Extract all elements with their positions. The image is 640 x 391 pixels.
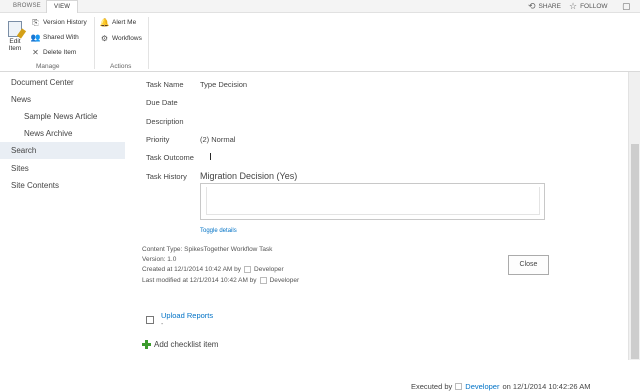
edit-item-icon bbox=[8, 21, 22, 37]
ribbon-divider bbox=[148, 17, 149, 69]
share-label: SHARE bbox=[538, 3, 561, 10]
delete-item-label: Delete Item bbox=[43, 49, 77, 56]
shared-with-icon: 👥 bbox=[30, 33, 41, 42]
nav-item-news[interactable]: News bbox=[11, 95, 31, 104]
scrollbar-thumb[interactable] bbox=[631, 144, 639, 359]
nav-item-site-contents[interactable]: Site Contents bbox=[11, 181, 59, 190]
follow-label: FOLLOW bbox=[580, 3, 608, 10]
edit-item-button[interactable]: Edit Item bbox=[6, 21, 24, 52]
share-button[interactable]: ⟲ SHARE bbox=[528, 1, 561, 12]
tab-view[interactable]: VIEW bbox=[46, 0, 79, 14]
ribbon-divider bbox=[94, 17, 95, 69]
edit-item-label-1: Edit bbox=[9, 38, 21, 45]
created-text: Created at 12/1/2014 10:42 AM by bbox=[142, 266, 242, 273]
version-history-icon: ⎘ bbox=[32, 17, 39, 27]
workflows-icon: ⚙ bbox=[100, 34, 109, 43]
scrollbar[interactable] bbox=[628, 72, 640, 360]
history-box: Executed by Developer on 12/1/2014 10:42… bbox=[200, 183, 590, 391]
focus-icon: ▢ bbox=[622, 1, 631, 11]
executed-on: on 12/1/2014 10:42:26 AM bbox=[502, 382, 591, 391]
shared-with-label: Shared With bbox=[43, 34, 79, 41]
version: Version: 1.0 bbox=[142, 256, 177, 263]
workflows-button[interactable]: ⚙ Workflows bbox=[100, 34, 142, 43]
star-icon: ☆ bbox=[569, 1, 578, 11]
history-title: Migration Decision (Yes) bbox=[200, 171, 298, 181]
alert-me-button[interactable]: 🔔 Alert Me bbox=[99, 18, 137, 27]
task-name-value: Type Decision bbox=[200, 80, 248, 89]
task-history-label: Task History bbox=[146, 172, 187, 181]
modified-by: Developer bbox=[269, 277, 300, 284]
edit-item-label-2: Item bbox=[8, 45, 22, 52]
add-checklist-label: Add checklist item bbox=[154, 340, 219, 349]
executed-by-user-link[interactable]: Developer bbox=[465, 382, 499, 391]
share-icon: ⟲ bbox=[528, 1, 536, 11]
delete-icon: ✕ bbox=[32, 48, 39, 57]
presence-icon bbox=[455, 383, 463, 390]
follow-button[interactable]: ☆ FOLLOW bbox=[569, 1, 608, 12]
group-label-manage: Manage bbox=[36, 63, 60, 70]
due-date-label: Due Date bbox=[146, 98, 178, 107]
checklist-item-link[interactable]: Upload Reports bbox=[161, 311, 213, 320]
task-name-label: Task Name bbox=[146, 80, 184, 89]
group-label-actions: Actions bbox=[110, 63, 132, 70]
executed-by-line: Executed by Developer on 12/1/2014 10:42… bbox=[411, 382, 590, 391]
close-button[interactable]: Close bbox=[508, 255, 549, 275]
created-by: Developer bbox=[254, 266, 284, 273]
nav-item-document-center[interactable]: Document Center bbox=[11, 78, 74, 87]
checklist-checkbox[interactable] bbox=[146, 316, 154, 324]
delete-item-button[interactable]: ✕ Delete Item bbox=[31, 48, 76, 57]
priority-label: Priority bbox=[146, 135, 170, 144]
content-type: Content Type: SpikesTogether Workflow Ta… bbox=[142, 246, 273, 253]
priority-value: (2) Normal bbox=[200, 135, 236, 144]
nav-item-sites[interactable]: Sites bbox=[11, 164, 29, 173]
alert-me-label: Alert Me bbox=[112, 19, 137, 26]
text-cursor-icon: I bbox=[209, 152, 212, 163]
ribbon: Edit Item ⎘ Version History 👥 Shared Wit… bbox=[0, 13, 640, 72]
nav-item-news-archive[interactable]: News Archive bbox=[24, 129, 72, 138]
executed-by-prefix: Executed by bbox=[411, 382, 453, 391]
description-label: Description bbox=[146, 117, 184, 126]
modified-text: Last modified at 12/1/2014 10:42 AM by bbox=[142, 277, 257, 284]
version-history-button[interactable]: ⎘ Version History bbox=[31, 17, 87, 27]
focus-button[interactable]: ▢ bbox=[622, 1, 634, 12]
presence-icon bbox=[244, 266, 252, 273]
version-history-label: Version History bbox=[43, 19, 87, 26]
tab-browse[interactable]: BROWSE bbox=[6, 0, 48, 13]
add-checklist-item-button[interactable]: Add checklist item bbox=[142, 340, 218, 349]
shared-with-button[interactable]: 👥 Shared With bbox=[31, 33, 79, 42]
nav-item-search[interactable]: Search bbox=[0, 142, 125, 159]
task-outcome-label: Task Outcome bbox=[146, 153, 194, 162]
top-bar: BROWSE VIEW ⟲ SHARE ☆ FOLLOW ▢ bbox=[0, 0, 640, 14]
bell-icon: 🔔 bbox=[99, 18, 110, 27]
nav-item-sample-news-article[interactable]: Sample News Article bbox=[24, 112, 97, 121]
history-inner bbox=[206, 187, 540, 215]
modified-line: Last modified at 12/1/2014 10:42 AM by D… bbox=[142, 277, 299, 284]
checklist-item-sub: - bbox=[161, 321, 164, 328]
created-line: Created at 12/1/2014 10:42 AM by Develop… bbox=[142, 266, 284, 273]
toggle-details-link[interactable]: Toggle details bbox=[200, 228, 237, 234]
workflows-label: Workflows bbox=[112, 35, 142, 42]
plus-icon bbox=[142, 340, 151, 349]
presence-icon bbox=[259, 277, 267, 284]
